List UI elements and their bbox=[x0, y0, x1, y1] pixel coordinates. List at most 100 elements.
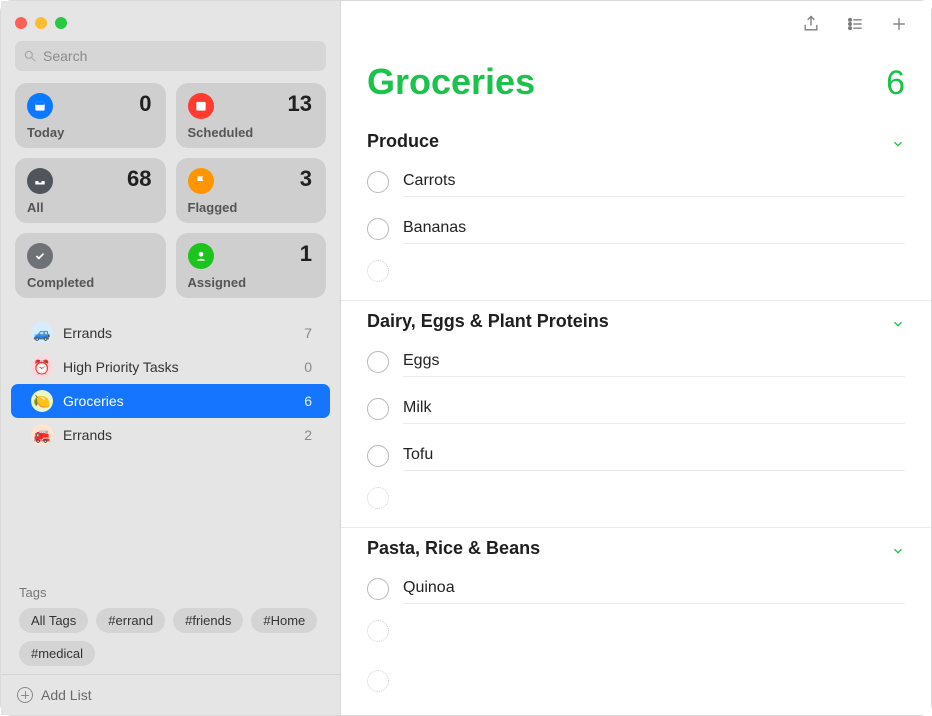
tag[interactable]: All Tags bbox=[19, 608, 88, 633]
smart-list-count: 0 bbox=[139, 91, 151, 117]
user-lists: 🚙 Errands 7 ⏰ High Priority Tasks 0 🍋 Gr… bbox=[1, 310, 340, 577]
list-settings-icon[interactable] bbox=[845, 14, 865, 34]
new-reminder-in-section[interactable] bbox=[367, 479, 905, 517]
smart-list-label: Completed bbox=[27, 275, 154, 290]
list-row[interactable]: ⏰ High Priority Tasks 0 bbox=[11, 350, 330, 384]
reminder-item[interactable]: Carrots bbox=[367, 158, 905, 205]
reminder-title[interactable]: Bananas bbox=[403, 213, 905, 244]
smart-list-count: 68 bbox=[127, 166, 151, 192]
smart-list-assigned[interactable]: Assigned 1 bbox=[176, 233, 327, 298]
list-header: Groceries 6 bbox=[341, 47, 931, 121]
new-reminder-row[interactable] bbox=[341, 660, 931, 702]
complete-toggle[interactable] bbox=[367, 218, 389, 240]
add-list-label: Add List bbox=[41, 687, 92, 703]
person-icon bbox=[188, 243, 214, 269]
tag[interactable]: #friends bbox=[173, 608, 243, 633]
section-header[interactable]: Produce bbox=[341, 121, 931, 158]
plus-icon bbox=[17, 687, 33, 703]
reminder-title[interactable]: Tofu bbox=[403, 440, 905, 471]
smart-list-completed[interactable]: Completed bbox=[15, 233, 166, 298]
reminder-title[interactable]: Eggs bbox=[403, 346, 905, 377]
smart-list-count: 3 bbox=[300, 166, 312, 192]
add-reminder-icon[interactable] bbox=[889, 14, 909, 34]
list-icon: 🍋 bbox=[31, 390, 53, 412]
search-placeholder: Search bbox=[43, 48, 87, 64]
section-items: Quinoa bbox=[341, 565, 931, 660]
list-row[interactable]: 🚙 Errands 7 bbox=[11, 316, 330, 350]
new-reminder-placeholder[interactable] bbox=[403, 267, 905, 275]
complete-toggle[interactable] bbox=[367, 398, 389, 420]
tag[interactable]: #errand bbox=[96, 608, 165, 633]
section-title: Pasta, Rice & Beans bbox=[367, 538, 540, 559]
zoom-window[interactable] bbox=[55, 17, 67, 29]
smart-list-all[interactable]: All 68 bbox=[15, 158, 166, 223]
new-reminder-placeholder[interactable] bbox=[403, 627, 905, 635]
reminder-item[interactable]: Milk bbox=[367, 385, 905, 432]
chevron-down-icon bbox=[891, 315, 905, 329]
search-icon bbox=[23, 49, 37, 63]
reminder-item[interactable]: Bananas bbox=[367, 205, 905, 252]
reminder-title[interactable]: Quinoa bbox=[403, 573, 905, 604]
section: Pasta, Rice & Beans Quinoa bbox=[341, 527, 931, 660]
titlebar bbox=[1, 1, 340, 39]
new-reminder-circle-icon bbox=[367, 260, 389, 282]
smart-list-flagged[interactable]: Flagged 3 bbox=[176, 158, 327, 223]
close-window[interactable] bbox=[15, 17, 27, 29]
toolbar bbox=[341, 1, 931, 47]
section-title: Produce bbox=[367, 131, 439, 152]
section-header[interactable]: Pasta, Rice & Beans bbox=[341, 528, 931, 565]
complete-toggle[interactable] bbox=[367, 578, 389, 600]
sidebar: Search Today 0 Scheduled 13 All 68 bbox=[1, 1, 341, 715]
list-row[interactable]: 🚒 Errands 2 bbox=[11, 418, 330, 452]
list-name: Errands bbox=[63, 325, 112, 341]
add-list-button[interactable]: Add List bbox=[1, 674, 340, 715]
complete-toggle[interactable] bbox=[367, 351, 389, 373]
list-count: 7 bbox=[304, 325, 312, 341]
complete-toggle[interactable] bbox=[367, 171, 389, 193]
sections: Produce Carrots Bananas Dairy, Eggs & Pla… bbox=[341, 121, 931, 660]
reminder-title[interactable]: Carrots bbox=[403, 166, 905, 197]
smart-list-count: 1 bbox=[300, 241, 312, 267]
section-items: Eggs Milk Tofu bbox=[341, 338, 931, 527]
checkmark-icon bbox=[27, 243, 53, 269]
list-icon: 🚙 bbox=[31, 322, 53, 344]
reminder-item[interactable]: Quinoa bbox=[367, 565, 905, 612]
new-reminder-in-section[interactable] bbox=[367, 252, 905, 290]
smart-list-label: Today bbox=[27, 125, 154, 140]
new-reminder-circle-icon bbox=[367, 670, 389, 692]
list-icon: ⏰ bbox=[31, 356, 53, 378]
smart-lists: Today 0 Scheduled 13 All 68 Flagged 3 bbox=[1, 83, 340, 310]
section-items: Carrots Bananas bbox=[341, 158, 931, 300]
minimize-window[interactable] bbox=[35, 17, 47, 29]
complete-toggle[interactable] bbox=[367, 445, 389, 467]
list-name: Errands bbox=[63, 427, 112, 443]
reminder-item[interactable]: Tofu bbox=[367, 432, 905, 479]
list-row[interactable]: 🍋 Groceries 6 bbox=[11, 384, 330, 418]
new-reminder-placeholder[interactable] bbox=[403, 494, 905, 502]
window-controls bbox=[15, 17, 67, 29]
reminder-title[interactable]: Milk bbox=[403, 393, 905, 424]
reminder-item[interactable]: Eggs bbox=[367, 338, 905, 385]
list-name: High Priority Tasks bbox=[63, 359, 179, 375]
new-reminder-circle-icon bbox=[367, 487, 389, 509]
section-header[interactable]: Dairy, Eggs & Plant Proteins bbox=[341, 301, 931, 338]
tag[interactable]: #Home bbox=[251, 608, 317, 633]
smart-list-today[interactable]: Today 0 bbox=[15, 83, 166, 148]
search-input[interactable]: Search bbox=[15, 41, 326, 71]
section-title: Dairy, Eggs & Plant Proteins bbox=[367, 311, 609, 332]
list-count: 0 bbox=[304, 359, 312, 375]
list-count: 6 bbox=[304, 393, 312, 409]
smart-list-scheduled[interactable]: Scheduled 13 bbox=[176, 83, 327, 148]
smart-list-label: Scheduled bbox=[188, 125, 315, 140]
new-reminder-in-section[interactable] bbox=[367, 612, 905, 650]
share-icon[interactable] bbox=[801, 14, 821, 34]
list-count: 2 bbox=[304, 427, 312, 443]
chevron-down-icon bbox=[891, 542, 905, 556]
list-title: Groceries bbox=[367, 61, 535, 103]
smart-list-label: Flagged bbox=[188, 200, 315, 215]
calendar-today-icon bbox=[27, 93, 53, 119]
flag-icon bbox=[188, 168, 214, 194]
tag[interactable]: #medical bbox=[19, 641, 95, 666]
tags-header: Tags bbox=[19, 585, 322, 600]
chevron-down-icon bbox=[891, 135, 905, 149]
